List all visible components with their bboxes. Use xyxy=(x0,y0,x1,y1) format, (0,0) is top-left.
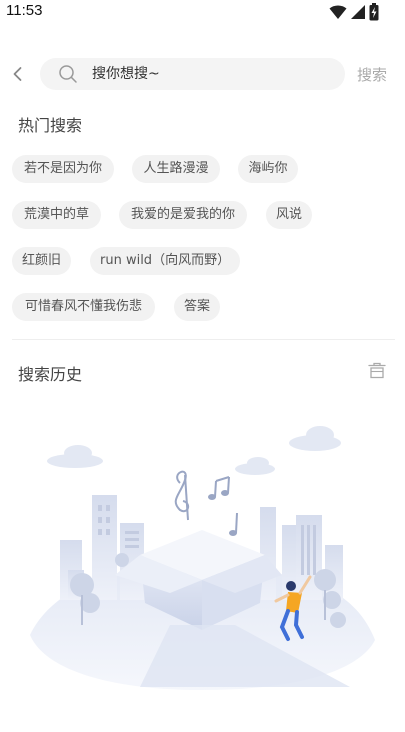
trash-icon xyxy=(368,362,386,379)
search-submit-button[interactable]: 搜索 xyxy=(357,64,387,85)
hot-tag[interactable]: 荒漠中的草 xyxy=(12,201,101,229)
status-bar: 11:53 xyxy=(0,0,405,24)
status-icons xyxy=(329,3,379,21)
hot-tag[interactable]: 风说 xyxy=(266,201,312,229)
section-divider xyxy=(12,339,395,340)
clear-history-button[interactable] xyxy=(367,361,387,381)
hot-tag[interactable]: 人生路漫漫 xyxy=(132,155,220,183)
music-box-city-illustration xyxy=(30,426,375,690)
wifi-icon xyxy=(329,5,347,19)
magnifier-icon xyxy=(59,65,77,83)
search-bar-row: 搜索 xyxy=(0,56,405,92)
hot-search-title: 热门搜索 xyxy=(18,116,83,135)
search-history-title: 搜索历史 xyxy=(18,365,83,384)
search-box[interactable] xyxy=(40,58,345,90)
status-time: 11:53 xyxy=(6,2,43,19)
chevron-left-icon xyxy=(13,67,22,81)
hot-tag[interactable]: 海屿你 xyxy=(238,155,298,183)
hot-tag[interactable]: run wild（向风而野） xyxy=(90,247,240,275)
hot-tag[interactable]: 红颜旧 xyxy=(12,247,71,275)
battery-charging-icon xyxy=(369,3,379,21)
search-input[interactable] xyxy=(92,64,332,84)
back-button[interactable] xyxy=(8,64,28,84)
cell-signal-icon xyxy=(351,5,365,19)
hot-tag[interactable]: 若不是因为你 xyxy=(12,155,114,183)
hot-tag[interactable]: 我爱的是爱我的你 xyxy=(119,201,247,229)
hot-tag[interactable]: 答案 xyxy=(174,293,220,321)
hot-tag[interactable]: 可惜春风不懂我伤悲 xyxy=(12,293,155,321)
